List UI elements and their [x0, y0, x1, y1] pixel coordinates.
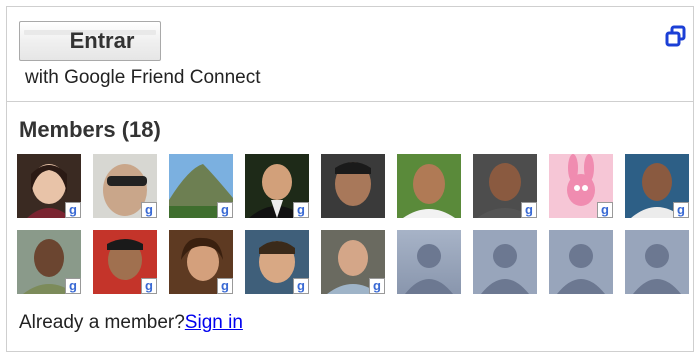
member-avatar[interactable]: g [93, 230, 157, 294]
google-badge-icon: g [293, 202, 309, 218]
member-avatar[interactable]: g [549, 154, 613, 218]
members-grid: g g g g g g g g g g g g [17, 154, 693, 306]
google-badge-icon: g [597, 202, 613, 218]
member-signin-prompt: Already a member?Sign in [19, 312, 243, 334]
google-badge-icon: g [217, 278, 233, 294]
signin-section: Entrar with Google Friend Connect [7, 7, 693, 102]
google-badge-icon: g [293, 278, 309, 294]
members-row: g g g g g [17, 154, 693, 218]
entrar-button-label: Entrar [69, 28, 135, 53]
google-badge-icon: g [65, 202, 81, 218]
default-avatar[interactable] [397, 230, 461, 294]
member-avatar[interactable]: g [245, 230, 309, 294]
google-badge-icon: g [673, 202, 689, 218]
popout-window-icon[interactable] [665, 25, 687, 47]
default-avatar[interactable] [473, 230, 537, 294]
member-avatar[interactable]: g [93, 154, 157, 218]
entrar-button[interactable]: Entrar [19, 21, 161, 61]
google-badge-icon: g [141, 202, 157, 218]
member-avatar[interactable]: g [17, 230, 81, 294]
google-badge-icon: g [141, 278, 157, 294]
friend-connect-subtitle: with Google Friend Connect [25, 67, 261, 88]
member-avatar[interactable]: g [245, 154, 309, 218]
member-avatar[interactable] [397, 154, 461, 218]
member-avatar[interactable]: g [625, 154, 689, 218]
already-member-text: Already a member? [19, 312, 185, 333]
member-avatar[interactable]: g [169, 230, 233, 294]
members-title: Members (18) [19, 117, 161, 142]
default-avatar[interactable] [625, 230, 689, 294]
google-badge-icon: g [521, 202, 537, 218]
member-avatar[interactable]: g [17, 154, 81, 218]
member-avatar[interactable]: g [169, 154, 233, 218]
google-badge-icon: g [65, 278, 81, 294]
member-avatar[interactable] [321, 154, 385, 218]
friend-connect-widget: Entrar with Google Friend Connect Member… [6, 6, 694, 352]
members-row: g g g g g [17, 230, 693, 294]
google-badge-icon: g [369, 278, 385, 294]
member-avatar[interactable]: g [321, 230, 385, 294]
member-avatar[interactable]: g [473, 154, 537, 218]
default-avatar[interactable] [549, 230, 613, 294]
google-badge-icon: g [217, 202, 233, 218]
sign-in-link[interactable]: Sign in [185, 312, 243, 333]
